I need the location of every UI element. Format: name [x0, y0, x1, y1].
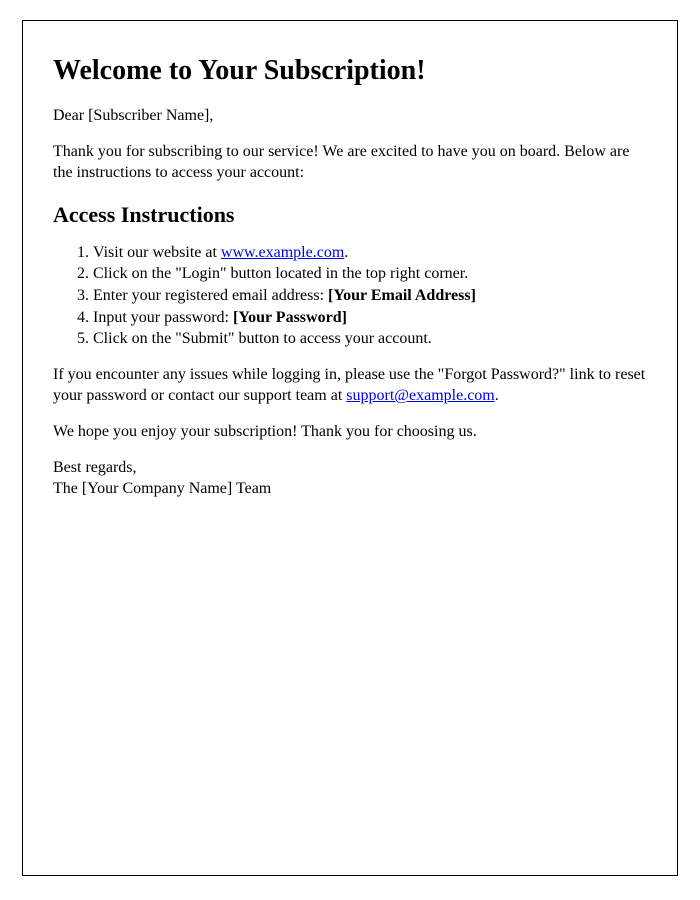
document-page: Welcome to Your Subscription! Dear [Subs… — [22, 20, 678, 876]
closing-paragraph: We hope you enjoy your subscription! Tha… — [53, 421, 647, 443]
instruction-step: Input your password: [Your Password] — [93, 307, 647, 329]
instruction-step: Enter your registered email address: [Yo… — [93, 285, 647, 307]
email-placeholder: [Your Email Address] — [328, 287, 476, 304]
instruction-step: Click on the "Login" button located in t… — [93, 263, 647, 285]
step-text: Input your password: — [93, 309, 233, 326]
website-link[interactable]: www.example.com — [221, 244, 344, 261]
support-paragraph: If you encounter any issues while loggin… — [53, 364, 647, 407]
password-placeholder: [Your Password] — [233, 309, 347, 326]
step-text: . — [344, 244, 348, 261]
step-text: Visit our website at — [93, 244, 221, 261]
instruction-step: Visit our website at www.example.com. — [93, 242, 647, 264]
step-text: Enter your registered email address: — [93, 287, 328, 304]
intro-paragraph: Thank you for subscribing to our service… — [53, 141, 647, 184]
support-text: . — [495, 387, 499, 404]
instruction-step: Click on the "Submit" button to access y… — [93, 328, 647, 350]
instructions-heading: Access Instructions — [53, 202, 647, 228]
signoff-team: The [Your Company Name] Team — [53, 480, 271, 497]
support-email-link[interactable]: support@example.com — [346, 387, 494, 404]
instructions-list: Visit our website at www.example.com. Cl… — [53, 242, 647, 350]
page-title: Welcome to Your Subscription! — [53, 55, 647, 87]
signoff-regards: Best regards, — [53, 459, 137, 476]
greeting-line: Dear [Subscriber Name], — [53, 105, 647, 127]
signoff: Best regards, The [Your Company Name] Te… — [53, 457, 647, 500]
